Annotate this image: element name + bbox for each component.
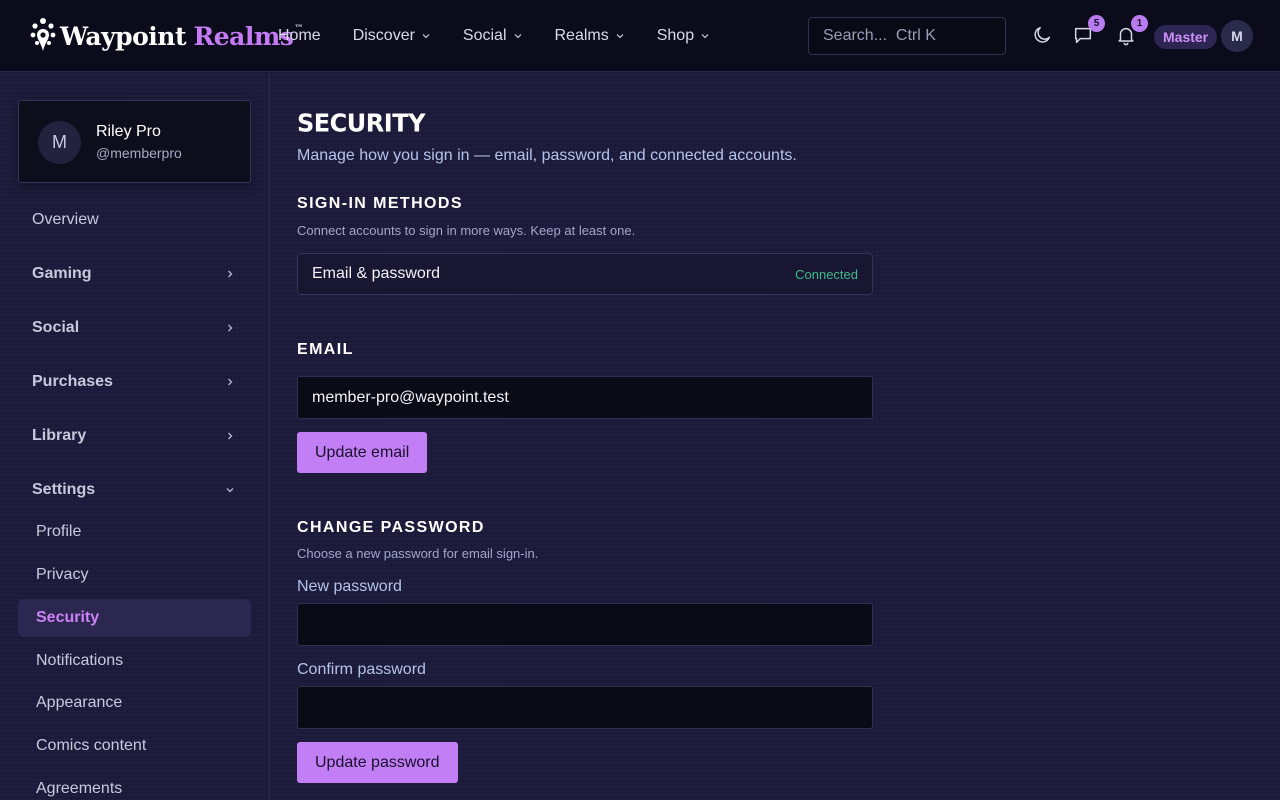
sidebar-group-settings[interactable]: Settings <box>18 471 251 509</box>
sidebar-group-library[interactable]: Library <box>18 417 251 455</box>
signin-methods-title: SIGN-IN METHODS <box>297 195 463 212</box>
chevron-right-icon <box>228 432 233 440</box>
confirm-password-field[interactable] <box>297 686 873 729</box>
chevron-down-icon <box>226 488 234 493</box>
sidebar-item-label: Overview <box>32 211 99 228</box>
search-input[interactable] <box>808 17 1006 55</box>
new-password-label: New password <box>297 578 402 595</box>
messages-count-badge: 5 <box>1088 15 1105 32</box>
chevron-down-icon <box>422 34 430 39</box>
sidebar-item-agreements[interactable]: Agreements <box>18 770 251 800</box>
page-subtitle: Manage how you sign in — email, password… <box>297 147 797 164</box>
sidebar-item-appearance[interactable]: Appearance <box>18 684 251 722</box>
sidebar-group-purchases[interactable]: Purchases <box>18 363 251 401</box>
sidebar-item-profile[interactable]: Profile <box>18 513 251 551</box>
sidebar-item-label: Social <box>32 319 80 336</box>
nav-home[interactable]: Home <box>278 27 321 45</box>
nav-realms[interactable]: Realms <box>555 27 625 45</box>
nav-social-label: Social <box>462 27 507 44</box>
sidebar-item-comics-content[interactable]: Comics content <box>18 727 251 765</box>
nav-social[interactable]: Social <box>463 27 523 45</box>
nav-shop-label: Shop <box>656 27 695 44</box>
sidebar-item-label: Agreements <box>36 780 123 797</box>
messages-button[interactable]: 5 <box>1072 15 1105 46</box>
nav-discover-label: Discover <box>352 27 415 44</box>
settings-sidebar: M Riley Pro @memberpro Overview Gaming S… <box>0 73 270 800</box>
main-nav: Home Discover Social Realms Shop <box>278 0 742 72</box>
brand-name-part1: Waypoint <box>60 21 187 51</box>
nav-home-label: Home <box>278 27 321 44</box>
sidebar-item-privacy[interactable]: Privacy <box>18 556 251 594</box>
page-title: SECURITY <box>297 108 425 138</box>
profile-card[interactable]: M Riley Pro @memberpro <box>18 100 251 183</box>
email-field[interactable] <box>297 376 873 419</box>
sidebar-item-label: Security <box>36 609 100 626</box>
sidebar-item-label: Privacy <box>36 566 89 583</box>
change-password-title: CHANGE PASSWORD <box>297 519 485 536</box>
chevron-down-icon <box>616 34 624 39</box>
email-section-title: EMAIL <box>297 341 354 358</box>
change-password-subtitle: Choose a new password for email sign-in. <box>297 546 539 561</box>
sidebar-item-notifications[interactable]: Notifications <box>18 642 251 680</box>
brand-logo[interactable]: Waypoint Realms™ <box>30 16 303 56</box>
role-badge: Master <box>1154 25 1218 49</box>
chevron-down-icon <box>701 34 709 39</box>
sidebar-item-label: Gaming <box>32 265 92 282</box>
sidebar-item-label: Settings <box>32 481 96 498</box>
notifications-button[interactable]: 1 <box>1115 15 1148 46</box>
chevron-down-icon <box>514 34 521 39</box>
update-email-button[interactable]: Update email <box>297 432 428 473</box>
signin-method-email-password: Email & password Connected <box>297 253 873 295</box>
nav-discover[interactable]: Discover <box>353 27 431 45</box>
confirm-password-label: Confirm password <box>297 661 426 678</box>
sidebar-item-label: Notifications <box>36 652 124 669</box>
sidebar-item-label: Purchases <box>32 373 113 390</box>
top-navigation-bar: Waypoint Realms™ Home Discover Social Re… <box>0 0 1280 72</box>
sidebar-item-overview[interactable]: Overview <box>18 201 251 239</box>
profile-avatar: M <box>38 121 81 164</box>
brand-name: Waypoint Realms™ <box>60 22 303 51</box>
chevron-right-icon <box>228 270 233 278</box>
sidebar-item-label: Library <box>32 427 87 444</box>
waypoint-logo-icon <box>30 18 56 51</box>
nav-shop[interactable]: Shop <box>657 27 710 45</box>
theme-toggle-button[interactable] <box>1031 24 1053 46</box>
sidebar-item-security[interactable]: Security <box>18 599 251 637</box>
sidebar-item-label: Comics content <box>36 737 147 754</box>
sidebar-item-label: Profile <box>36 523 82 540</box>
sidebar-group-social[interactable]: Social <box>18 309 251 347</box>
profile-handle: @memberpro <box>96 145 182 161</box>
new-password-field[interactable] <box>297 603 873 646</box>
nav-realms-label: Realms <box>554 27 609 44</box>
moon-icon <box>1034 26 1051 43</box>
chevron-right-icon <box>228 324 233 332</box>
chevron-right-icon <box>228 378 233 386</box>
user-avatar-button[interactable]: M <box>1221 20 1253 52</box>
signin-methods-subtitle: Connect accounts to sign in more ways. K… <box>297 223 636 238</box>
signin-method-name: Email & password <box>312 265 441 282</box>
update-password-button[interactable]: Update password <box>297 742 458 783</box>
sidebar-item-label: Appearance <box>36 694 123 711</box>
signin-method-status: Connected <box>795 266 858 282</box>
profile-name: Riley Pro <box>96 123 161 140</box>
notifications-count-badge: 1 <box>1131 15 1148 32</box>
sidebar-group-gaming[interactable]: Gaming <box>18 255 251 293</box>
